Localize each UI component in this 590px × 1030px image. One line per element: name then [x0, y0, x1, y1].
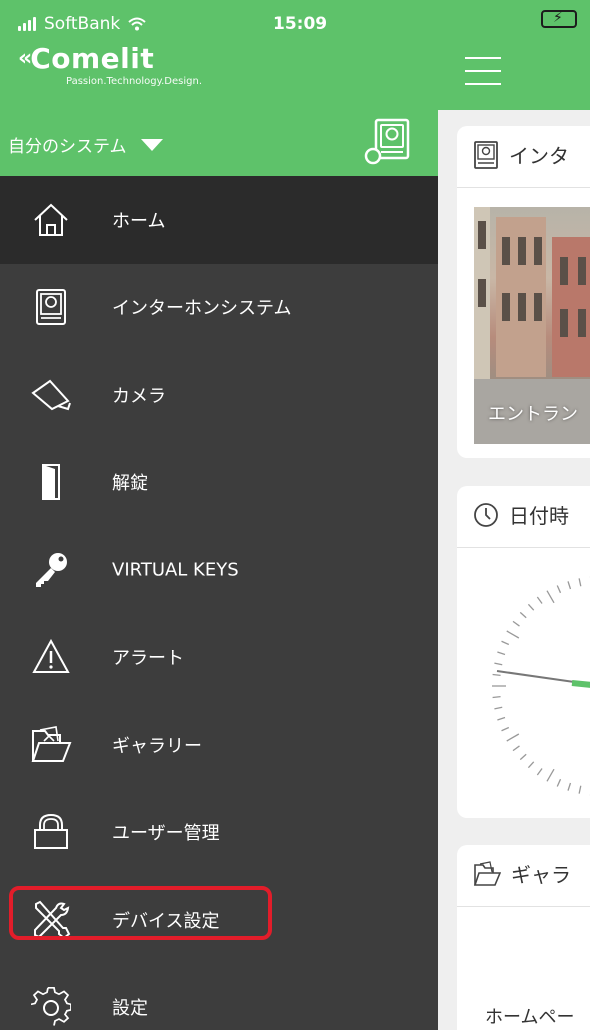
menu-item-alert[interactable]: アラート	[0, 614, 438, 702]
home-icon	[30, 199, 72, 241]
intercom-icon	[474, 140, 498, 169]
menu-item-home[interactable]: ホーム	[0, 176, 438, 264]
lock-icon	[30, 811, 72, 853]
clock-tick	[519, 611, 527, 619]
carrier-name: SoftBank	[44, 14, 121, 34]
clock-tick	[501, 726, 510, 732]
clock-tick	[497, 651, 506, 656]
clock-tick	[556, 778, 562, 787]
menu-item-gallery[interactable]: ギャラリー	[0, 701, 438, 789]
clock-tick	[527, 603, 535, 611]
clock-tick	[492, 673, 501, 676]
menu-item-user-management[interactable]: ユーザー管理	[0, 789, 438, 877]
clock-tick	[506, 733, 520, 742]
menu-item-unlock[interactable]: 解錠	[0, 439, 438, 527]
gallery-folder-icon	[30, 724, 72, 766]
menu-item-intercom[interactable]: インターホンシステム	[0, 264, 438, 352]
clock-tick	[567, 782, 572, 791]
clock-tick	[512, 745, 520, 752]
menu-item-label: インターホンシステム	[112, 298, 292, 320]
intercom-device-icon[interactable]	[362, 118, 412, 166]
brand-name: Comelit	[30, 42, 155, 75]
menu-item-virtual-keys[interactable]: VIRTUAL KEYS	[0, 526, 438, 614]
clock-tick	[536, 596, 543, 604]
clock-tick	[501, 640, 510, 646]
clock-tick	[578, 785, 582, 794]
camera-icon	[30, 374, 72, 416]
intercom-card-title: インタ	[473, 140, 569, 169]
battery-charging-icon: ⚡	[541, 10, 577, 28]
datetime-card-title: 日付時	[473, 500, 569, 529]
clock-tick	[578, 578, 582, 587]
system-selector-label: 自分のシステム	[8, 137, 127, 157]
status-bar-left: SoftBank	[18, 14, 146, 34]
key-icon	[30, 549, 72, 591]
menu-item-label: ホーム	[112, 210, 166, 232]
drawer-header: SoftBank 15:09 « Comelit Passion.Technol…	[0, 0, 438, 176]
clock-tick	[519, 753, 527, 761]
clock-tick	[494, 706, 503, 710]
clock-icon	[474, 502, 498, 527]
comelit-logo-icon: «	[18, 46, 32, 71]
gallery-folder-icon	[473, 860, 501, 886]
clock-tick	[506, 630, 520, 639]
caret-down-icon	[140, 138, 163, 151]
clock-tick	[527, 761, 535, 769]
entrance-camera-snapshot[interactable]: エントラン	[474, 207, 590, 444]
navigation-drawer: SoftBank 15:09 « Comelit Passion.Technol…	[0, 0, 438, 1030]
gallery-card-body: ホームペー	[485, 1007, 575, 1028]
clock-tick	[494, 662, 503, 666]
system-selector[interactable]: 自分のシステム	[8, 132, 163, 157]
clock-tick	[492, 696, 501, 699]
door-icon	[30, 461, 72, 503]
menu-item-label: アラート	[112, 648, 184, 670]
menu-item-label: VIRTUAL KEYS	[112, 559, 239, 581]
menu-item-settings[interactable]: 設定	[0, 964, 438, 1030]
device-settings-highlight	[9, 886, 272, 940]
alert-icon	[30, 636, 72, 678]
hamburger-menu-icon[interactable]	[465, 57, 501, 85]
menu-item-label: ユーザー管理	[112, 823, 220, 845]
card-divider	[457, 906, 590, 907]
brand-logo: « Comelit Passion.Technology.Design.	[18, 42, 203, 88]
datetime-card: 日付時	[457, 486, 590, 818]
brand-tagline: Passion.Technology.Design.	[66, 76, 203, 87]
gear-icon	[30, 986, 72, 1028]
clock-tick	[556, 585, 562, 594]
card-divider	[457, 187, 590, 188]
clock-tick	[546, 768, 555, 782]
intercom-card[interactable]: インタ エントラン	[457, 126, 590, 458]
card-divider	[457, 547, 590, 548]
analog-clock	[492, 576, 590, 796]
signal-strength-icon	[18, 17, 36, 31]
menu-item-label: 解錠	[112, 473, 148, 495]
clock-tick	[567, 581, 572, 590]
status-time: 15:09	[273, 14, 328, 34]
menu-item-label: ギャラリー	[112, 735, 202, 757]
clock-tick	[497, 716, 506, 721]
camera-caption: エントラン	[488, 404, 578, 425]
menu-item-camera[interactable]: カメラ	[0, 351, 438, 439]
main-header: ⚡	[438, 0, 590, 110]
menu-item-label: 設定	[112, 998, 148, 1020]
gallery-card[interactable]: ギャラ ホームペー	[457, 845, 590, 1030]
intercom-icon	[30, 286, 72, 328]
clock-tick	[512, 620, 520, 627]
wifi-icon	[128, 17, 146, 31]
clock-tick	[546, 590, 555, 604]
gallery-card-title: ギャラ	[473, 859, 571, 888]
menu-item-label: カメラ	[112, 385, 166, 407]
clock-tick	[536, 768, 543, 776]
main-content: ⚡ インタ エントラン 日付時 ギャラ ホームペー	[438, 0, 590, 1030]
